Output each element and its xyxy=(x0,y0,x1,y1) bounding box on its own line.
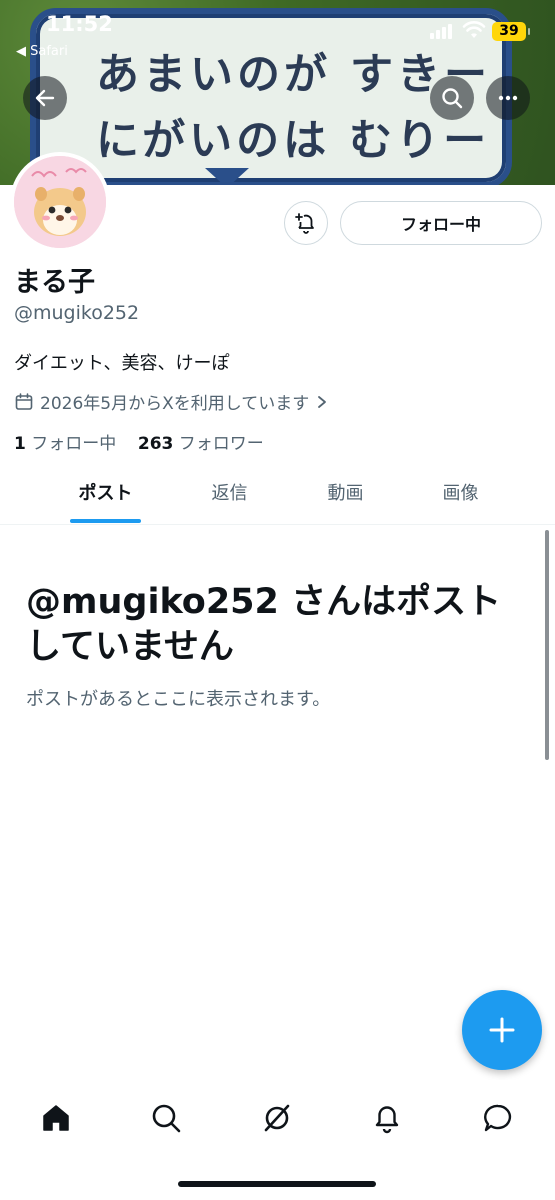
joined-date-row[interactable]: 2026年5月からXを利用しています xyxy=(14,389,329,414)
more-button[interactable] xyxy=(486,76,530,120)
nav-grok[interactable] xyxy=(257,1098,297,1138)
tab-replies[interactable]: 返信 xyxy=(172,470,287,524)
bottom-navigation xyxy=(0,1080,555,1160)
more-horizontal-icon xyxy=(498,95,518,101)
nav-messages[interactable] xyxy=(478,1098,518,1138)
battery-indicator: 39 xyxy=(492,22,530,41)
profile-tabs: ポスト 返信 動画 画像 xyxy=(0,470,555,525)
active-tab-indicator xyxy=(70,519,141,523)
grok-icon xyxy=(264,1104,290,1132)
tab-posts[interactable]: ポスト xyxy=(48,470,163,524)
home-indicator-bar[interactable] xyxy=(178,1181,376,1187)
status-time: 11:52 xyxy=(46,12,113,36)
following-label: フォロー中 xyxy=(31,434,117,454)
followers-label: フォロワー xyxy=(178,434,264,454)
wifi-icon xyxy=(462,21,486,38)
following-button[interactable]: フォロー中 xyxy=(340,201,542,245)
messages-icon xyxy=(484,1104,512,1132)
tab-videos[interactable]: 動画 xyxy=(288,470,403,524)
followers-link[interactable]: 263 フォロワー xyxy=(138,434,264,454)
empty-state-subtitle: ポストがあるとここに表示されます。 xyxy=(26,689,331,710)
profile-handle: @mugiko252 xyxy=(14,302,140,324)
nav-notifications[interactable] xyxy=(367,1098,407,1138)
banner-sign-pointer xyxy=(205,168,249,185)
tab-images[interactable]: 画像 xyxy=(403,470,518,524)
plus-icon xyxy=(489,1017,515,1043)
nav-search[interactable] xyxy=(146,1098,186,1138)
following-count: 1 xyxy=(14,434,26,454)
status-bar: 11:52 ◀ Safari 39 xyxy=(0,0,555,60)
chevron-right-icon xyxy=(318,395,327,408)
back-to-app-link[interactable]: ◀ Safari xyxy=(16,44,68,59)
nav-home[interactable] xyxy=(36,1098,76,1138)
following-link[interactable]: 1 フォロー中 xyxy=(14,434,116,454)
bell-icon xyxy=(375,1106,399,1134)
calendar-icon xyxy=(15,392,33,410)
followers-count: 263 xyxy=(137,434,174,454)
profile-bio: ダイエット、美容、けーぽ xyxy=(14,353,230,374)
notification-subscribe-button[interactable] xyxy=(284,201,328,245)
home-icon xyxy=(43,1105,69,1131)
joined-date-text: 2026年5月からXを利用しています xyxy=(40,394,310,414)
follow-stats: 1 フォロー中 263 フォロワー xyxy=(14,429,264,454)
search-button[interactable] xyxy=(430,76,474,120)
profile-name: まる子 xyxy=(14,267,95,298)
arrow-left-icon xyxy=(35,89,55,107)
search-icon xyxy=(442,88,463,109)
cellular-signal-icon xyxy=(430,24,452,39)
hamster-avatar-image xyxy=(14,156,106,248)
empty-state-title: @mugiko252 さんはポストしていません xyxy=(26,582,502,667)
back-button[interactable] xyxy=(23,76,67,120)
compose-post-button[interactable] xyxy=(462,990,542,1070)
bell-plus-icon xyxy=(295,213,314,234)
banner-text-line2: にがいのは むりー xyxy=(96,116,491,166)
avatar[interactable] xyxy=(10,152,110,252)
scrollbar[interactable] xyxy=(545,530,549,760)
search-icon xyxy=(152,1104,181,1133)
